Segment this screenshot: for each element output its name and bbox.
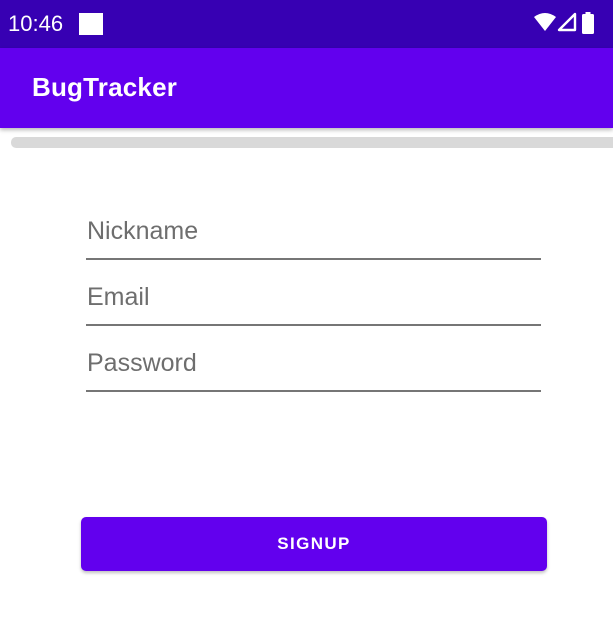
app-bar: BugTracker	[0, 48, 613, 128]
wifi-icon	[534, 13, 556, 31]
notification-icon	[79, 13, 103, 35]
status-time: 10:46	[8, 11, 64, 36]
nickname-field[interactable]	[86, 212, 541, 260]
signup-button[interactable]: SIGNUP	[81, 517, 547, 571]
password-field[interactable]	[86, 344, 541, 392]
app-title: BugTracker	[32, 72, 178, 102]
nickname-field-container	[86, 212, 541, 260]
email-field-container	[86, 278, 541, 326]
signal-icon	[557, 12, 577, 32]
email-field[interactable]	[86, 278, 541, 326]
password-field-container	[86, 344, 541, 392]
progress-bar	[11, 137, 613, 148]
battery-icon	[582, 12, 594, 34]
status-bar: 10:46	[0, 0, 613, 48]
